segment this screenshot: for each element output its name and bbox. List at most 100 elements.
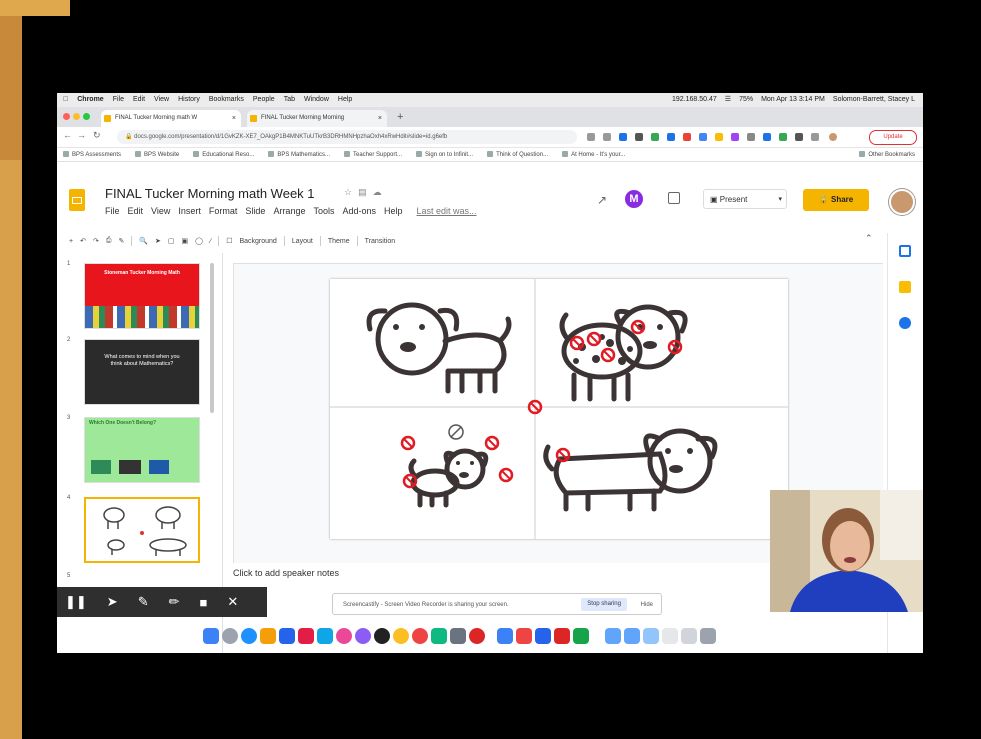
extension-icon[interactable] — [587, 133, 595, 141]
comments-icon[interactable] — [668, 192, 680, 204]
move-folder-icon[interactable]: ▤ — [358, 187, 373, 197]
redo-icon[interactable]: ↷ — [93, 237, 99, 245]
vertical-ruler[interactable] — [223, 263, 234, 563]
tv-icon[interactable] — [374, 628, 390, 644]
bookmark-item[interactable]: Sign on to Infinit... — [416, 148, 473, 161]
podcasts-icon[interactable] — [355, 628, 371, 644]
forward-icon[interactable]: → — [77, 130, 86, 140]
dogs-comparison-image[interactable] — [330, 279, 788, 539]
browser-tab[interactable]: FINAL Tucker Morning Morning × — [247, 110, 387, 127]
powerpoint-icon[interactable] — [554, 628, 570, 644]
bookmark-item[interactable]: Educational Reso... — [193, 148, 254, 161]
pen-icon[interactable]: ✎ — [138, 594, 149, 610]
stop-sharing-button[interactable]: Stop sharing — [581, 598, 627, 611]
music-icon[interactable] — [336, 628, 352, 644]
bookmark-item[interactable]: BPS Website — [135, 148, 179, 161]
bookmark-item[interactable]: BPS Mathematics... — [268, 148, 330, 161]
extension-icon[interactable] — [603, 133, 611, 141]
select-icon[interactable]: ➤ — [155, 237, 161, 245]
bookmark-item[interactable]: Think of Question... — [487, 148, 548, 161]
menu-item[interactable]: People — [253, 93, 275, 107]
extension-icon[interactable] — [731, 133, 739, 141]
camera-icon[interactable]: ■ — [200, 595, 208, 610]
addon-m-icon[interactable]: M — [625, 190, 643, 208]
undo-icon[interactable]: ↶ — [80, 237, 86, 245]
close-tab-icon[interactable]: × — [378, 110, 382, 127]
close-icon[interactable]: ✕ — [227, 594, 238, 610]
menu-item[interactable]: Bookmarks — [209, 93, 244, 107]
horizontal-ruler[interactable] — [223, 253, 883, 264]
document-icon[interactable] — [662, 628, 678, 644]
line-icon[interactable]: ∕ — [210, 238, 211, 245]
reload-icon[interactable]: ↻ — [93, 130, 101, 141]
maximize-window-icon[interactable] — [83, 113, 90, 120]
calendar-icon[interactable] — [298, 628, 314, 644]
extension-icon[interactable] — [619, 133, 627, 141]
highlighter-icon[interactable]: ✏ — [169, 594, 180, 610]
pause-icon[interactable]: ❚❚ — [65, 594, 87, 610]
slide-thumbnail[interactable]: What comes to mind when you think about … — [84, 339, 200, 405]
toolbar-theme[interactable]: Theme — [328, 238, 350, 245]
image-icon[interactable]: ▣ — [182, 237, 189, 245]
toolbar-layout[interactable]: Layout — [292, 238, 313, 245]
star-icon[interactable]: ☆ — [344, 187, 358, 197]
photos-icon[interactable] — [260, 628, 276, 644]
menu-arrange[interactable]: Arrange — [273, 206, 305, 216]
finder-icon[interactable] — [203, 628, 219, 644]
mail-icon[interactable] — [279, 628, 295, 644]
maps-icon[interactable] — [317, 628, 333, 644]
menu-item[interactable]: History — [178, 93, 200, 107]
slide-thumbnail-selected[interactable] — [84, 497, 200, 563]
new-slide-icon[interactable]: + — [69, 238, 73, 245]
zoom-icon[interactable]: 🔍 — [139, 237, 148, 245]
back-icon[interactable]: ← — [63, 130, 72, 140]
present-button[interactable]: ▣ Present ▾ — [703, 189, 787, 209]
paint-format-icon[interactable]: ✎ — [118, 237, 124, 245]
menu-addons[interactable]: Add-ons — [342, 206, 376, 216]
extension-icon[interactable] — [715, 133, 723, 141]
extension-icon[interactable] — [635, 133, 643, 141]
bookmark-item[interactable]: Other Bookmarks — [859, 148, 923, 161]
menu-item[interactable]: Edit — [133, 93, 145, 107]
calendar-icon[interactable] — [899, 245, 911, 257]
extension-icon[interactable] — [683, 133, 691, 141]
app-icon[interactable] — [469, 628, 485, 644]
extension-icon[interactable] — [699, 133, 707, 141]
bookmark-item[interactable]: Teacher Support... — [344, 148, 402, 161]
menu-edit[interactable]: Edit — [128, 206, 144, 216]
slide-thumbnail[interactable]: Stoneman Tucker Morning Math — [84, 263, 200, 329]
filmstrip-scrollbar[interactable] — [210, 263, 214, 413]
slides-logo-icon[interactable] — [69, 189, 85, 211]
extension-icon[interactable] — [651, 133, 659, 141]
menu-slide[interactable]: Slide — [245, 206, 265, 216]
menubar-clock[interactable]: Mon Apr 13 3:14 PM — [761, 93, 825, 107]
cloud-icon[interactable]: ☁ — [373, 187, 388, 197]
menu-item[interactable]: File — [113, 93, 124, 107]
menu-insert[interactable]: Insert — [178, 206, 201, 216]
activity-trend-icon[interactable]: ↗ — [597, 193, 607, 207]
comment-add-icon[interactable]: ☐ — [226, 237, 232, 245]
shape-icon[interactable]: ◯ — [195, 237, 203, 245]
bookmark-item[interactable]: At Home - It's your... — [562, 148, 625, 161]
chrome-icon[interactable] — [393, 628, 409, 644]
word-icon[interactable] — [535, 628, 551, 644]
app-icon[interactable] — [516, 628, 532, 644]
profile-avatar[interactable] — [829, 133, 837, 141]
wifi-icon[interactable]: ☰ — [725, 93, 731, 107]
slide-thumbnail[interactable]: Which One Doesn't Belong? — [84, 417, 200, 483]
toolbar-background[interactable]: Background — [239, 238, 276, 245]
hide-button[interactable]: Hide — [641, 594, 653, 616]
close-window-icon[interactable] — [63, 113, 70, 120]
last-edit-link[interactable]: Last edit was... — [417, 206, 477, 216]
textbox-icon[interactable]: ▢ — [168, 237, 175, 245]
app-icon[interactable] — [412, 628, 428, 644]
preview-icon[interactable] — [681, 628, 697, 644]
folder-icon[interactable] — [643, 628, 659, 644]
extension-icon[interactable] — [667, 133, 675, 141]
menu-item[interactable]: Chrome — [77, 93, 103, 107]
share-button[interactable]: 🔒 Share — [803, 189, 869, 211]
minimize-window-icon[interactable] — [73, 113, 80, 120]
menu-file[interactable]: File — [105, 206, 120, 216]
menubar-user[interactable]: Solomon-Barrett, Stacey L — [833, 93, 915, 107]
close-tab-icon[interactable]: × — [232, 110, 236, 127]
